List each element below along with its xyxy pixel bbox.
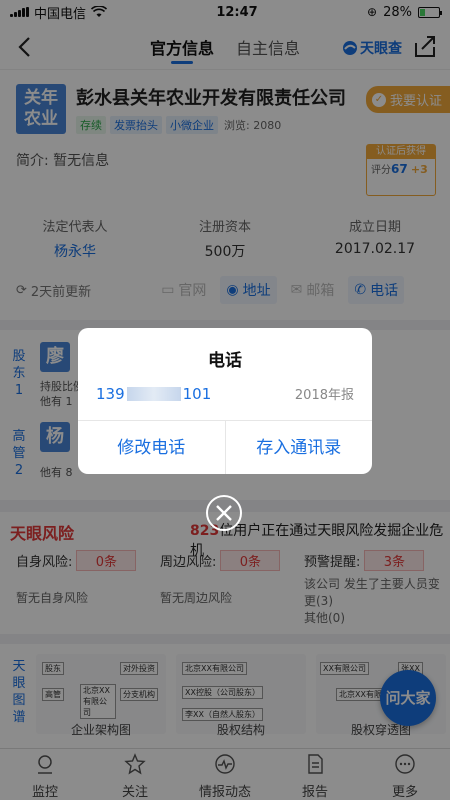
phone-source: 2018年报 [294, 388, 354, 403]
phone-number[interactable]: 139 101 [96, 385, 211, 403]
phone-dialog: 电话 139 101 2018年报 修改电话 存入通讯录 [78, 328, 372, 474]
close-icon[interactable] [205, 494, 243, 532]
save-contact-button[interactable]: 存入通讯录 [224, 421, 373, 474]
redacted-digits [126, 387, 181, 401]
edit-phone-button[interactable]: 修改电话 [78, 421, 225, 474]
phone-row[interactable]: 139 101 2018年报 [96, 384, 354, 404]
dialog-title: 电话 [208, 351, 242, 371]
